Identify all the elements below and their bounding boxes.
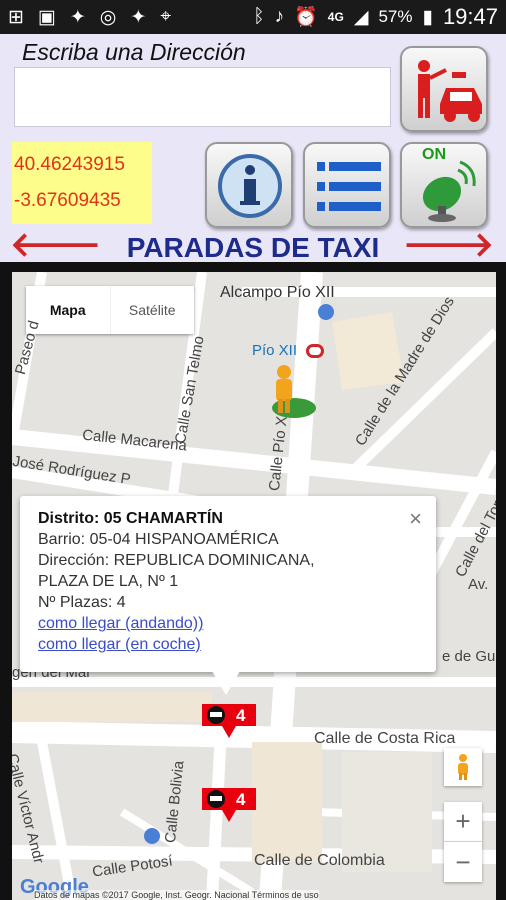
taxi-marker-icon <box>202 704 256 738</box>
status-bar: ⊞ ▣ ✦ ◎ ✦ ⌖ ᛒ ♪ ⏰ 4G ◢ 57% ▮ 19:47 <box>0 0 506 34</box>
map-label-de-gu: e de Gu <box>442 648 496 665</box>
metro-icon <box>306 344 324 358</box>
street-view-pegman-icon[interactable] <box>444 748 482 786</box>
app-header: Escriba una Dirección 40.46243915 -3.676… <box>0 34 506 263</box>
image-icon: ▣ <box>37 7 56 28</box>
taxi-stop-button[interactable] <box>400 46 488 132</box>
shop-icon <box>144 828 160 844</box>
gps-toggle-button[interactable]: ON <box>400 142 488 228</box>
network-type: 4G <box>327 10 344 24</box>
map-label-av: Av. <box>468 576 489 593</box>
bluetooth-icon: ᛒ <box>253 6 265 27</box>
taxi-stop-icon <box>418 60 482 122</box>
info-button[interactable] <box>205 142 293 228</box>
twitter-icon: ✦ <box>130 7 147 28</box>
taxi-stop-info-popup: × Distrito: 05 CHAMARTÍN Barrio: 05-04 H… <box>20 496 436 672</box>
shop-icon <box>318 304 334 320</box>
list-button[interactable] <box>303 142 391 228</box>
location-icon: ⌖ <box>160 6 172 27</box>
popup-barrio: Barrio: 05-04 HISPANOAMÉRICA <box>38 531 279 548</box>
taxi-stop-count: 4 <box>236 706 246 725</box>
map-type-satellite[interactable]: Satélite <box>111 286 195 334</box>
latitude-value: 40.46243915 <box>14 154 125 175</box>
map-type-control: Mapa Satélite <box>26 286 194 334</box>
address-label: Escriba una Dirección <box>22 39 246 65</box>
signal-icon: ◢ <box>353 6 369 28</box>
instagram-icon: ◎ <box>99 7 117 28</box>
longitude-value: -3.67609435 <box>14 190 121 211</box>
mute-icon: ♪ <box>274 6 285 27</box>
coordinates-box: 40.46243915 -3.67609435 <box>12 142 152 224</box>
zoom-out-button[interactable]: − <box>444 842 482 882</box>
directions-walking-link[interactable]: como llegar (andando)) <box>38 615 203 632</box>
system-icons: ᛒ ♪ ⏰ 4G ◢ 57% ▮ 19:47 <box>253 4 498 30</box>
alarm-icon: ⏰ <box>294 7 318 28</box>
list-icon <box>317 162 381 211</box>
clock: 19:47 <box>442 4 498 29</box>
taxi-stop-count: 4 <box>236 790 246 809</box>
current-location-icon <box>272 365 316 418</box>
taxi-stop-marker[interactable]: 4 <box>202 788 256 824</box>
map-attribution[interactable]: Datos de mapas ©2017 Google, Inst. Geogr… <box>34 890 319 900</box>
popup-tail <box>212 671 240 695</box>
next-arrow-icon[interactable]: 🡒 <box>403 228 494 262</box>
close-icon[interactable]: × <box>409 506 422 532</box>
popup-plazas: Nº Plazas: 4 <box>38 594 126 611</box>
popup-address-line-1: Dirección: REPUBLICA DOMINICANA, <box>38 552 315 569</box>
taxi-marker-icon <box>202 788 256 822</box>
map-label-metro: Pío XII <box>252 342 298 359</box>
notification-icons: ⊞ ▣ ✦ ◎ ✦ ⌖ <box>8 6 171 29</box>
taxi-stop-marker[interactable]: 4 <box>202 704 256 740</box>
address-input[interactable] <box>14 67 391 127</box>
map-label-alcampo: Alcampo Pío XII <box>220 284 335 301</box>
directions-car-link[interactable]: como llegar (en coche) <box>38 636 201 653</box>
battery-level: 57% <box>378 7 413 26</box>
satellite-dish-icon <box>422 160 476 222</box>
zoom-in-button[interactable]: + <box>444 802 482 842</box>
add-box-icon: ⊞ <box>8 7 24 28</box>
battery-icon: ▮ <box>422 6 433 28</box>
map-label-colombia: Calle de Colombia <box>254 852 385 869</box>
twitter-icon: ✦ <box>69 7 86 28</box>
popup-address-line-2: PLAZA DE LA, Nº 1 <box>38 573 179 590</box>
map-label-costa-rica: Calle de Costa Rica <box>314 730 456 747</box>
map-view[interactable]: Mapa Satélite Alcampo Pío XII Pío XII Pa… <box>12 272 496 900</box>
popup-district: Distrito: 05 CHAMARTÍN <box>38 510 223 527</box>
info-icon <box>218 154 282 218</box>
